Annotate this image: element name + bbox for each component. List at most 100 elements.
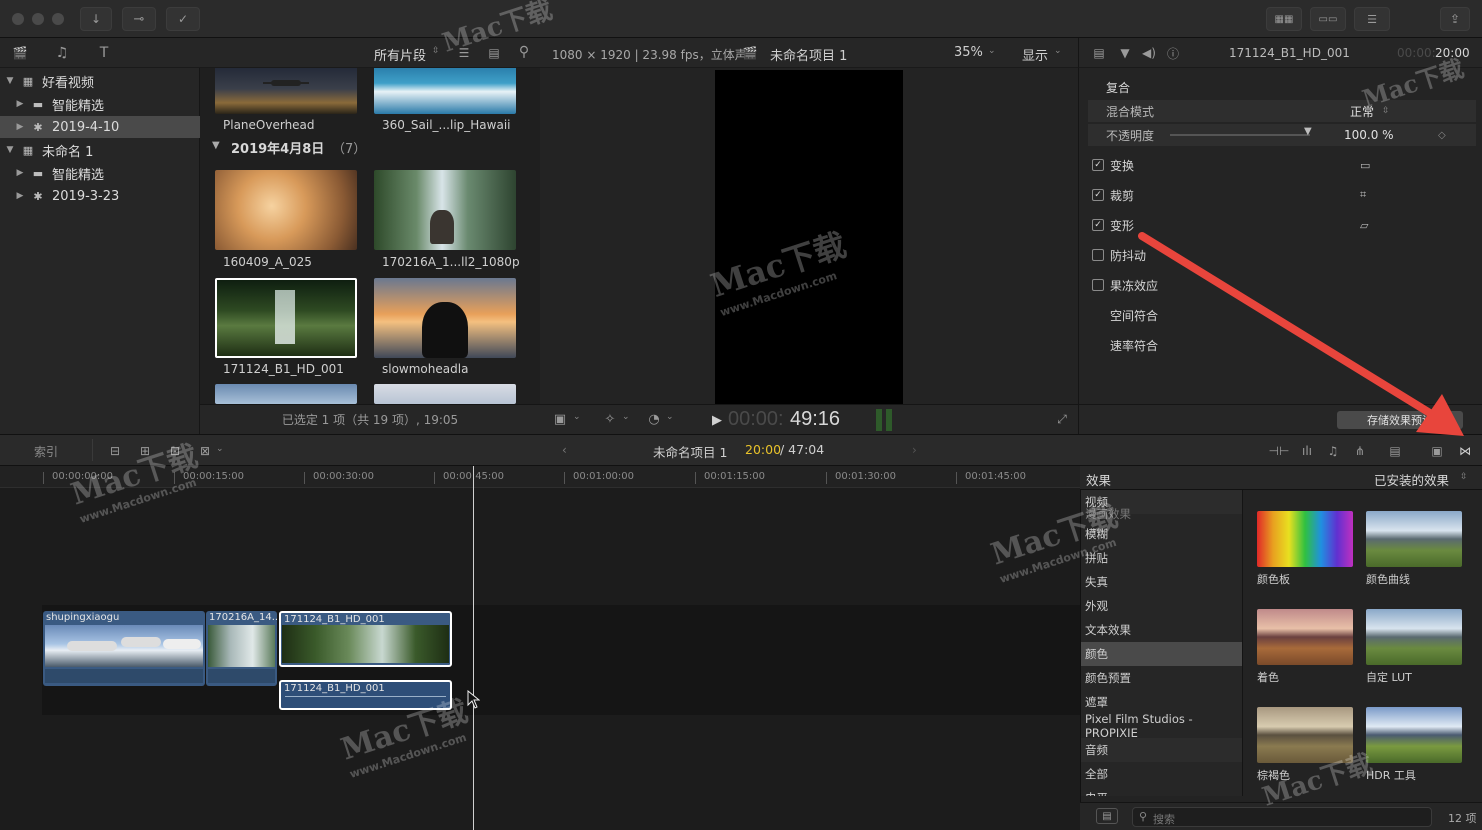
search-icon[interactable]: ⚲ <box>516 44 532 60</box>
chevron-down-icon[interactable]: ⌄ <box>622 412 630 422</box>
library-item[interactable]: ▶ ▬ 智能精选 <box>0 93 200 115</box>
libraries-toggle-button[interactable]: ▦▦ <box>1266 7 1302 31</box>
fx-category[interactable]: 全部 <box>1081 762 1242 786</box>
disclosure-closed-icon[interactable]: ▶ <box>14 168 26 178</box>
view-options-dropdown[interactable]: 显示 <box>1022 45 1048 64</box>
enhance-wand-icon[interactable]: ✧ <box>602 411 618 427</box>
viewer-timecode[interactable]: 49:16 <box>790 408 840 431</box>
chevron-down-icon[interactable]: ⌄ <box>573 412 581 422</box>
clip-thumbnail[interactable] <box>374 170 516 250</box>
clip-thumbnail[interactable] <box>374 384 516 404</box>
fx-category-header[interactable]: 音频 <box>1081 738 1242 762</box>
timeline-ruler[interactable]: 00:00:00:00 00:00:15:00 00:00:30:00 00:0… <box>0 466 1080 488</box>
distort-checkbox[interactable]: ✓ <box>1092 219 1104 231</box>
retime-speed-icon[interactable]: ◔ <box>646 411 662 427</box>
clip-thumbnail[interactable] <box>215 68 357 114</box>
effects-search-field[interactable]: ⚲ 搜索 <box>1132 807 1432 827</box>
crop-checkbox[interactable]: ✓ <box>1092 189 1104 201</box>
disclosure-closed-icon[interactable]: ▶ <box>14 99 26 109</box>
audio-inspector-icon[interactable]: ◀) <box>1141 45 1157 61</box>
info-icon[interactable]: ⓘ <box>1165 45 1181 61</box>
fx-category[interactable]: 电平 <box>1081 786 1242 796</box>
fx-category[interactable]: 遮罩 <box>1081 690 1242 714</box>
keyword-button[interactable]: ⊸ <box>122 7 156 31</box>
background-tasks-button[interactable]: ✓ <box>166 7 200 31</box>
library-item[interactable]: ▼ ▦ 好看视频 <box>0 70 200 92</box>
clip-thumbnail[interactable] <box>215 170 357 250</box>
timeline-audio-clip-selected[interactable]: 171124_B1_HD_001 <box>279 680 452 710</box>
opacity-slider-track[interactable] <box>1170 134 1310 136</box>
fx-category[interactable]: 模糊 <box>1081 522 1242 546</box>
effect-tile[interactable] <box>1257 609 1353 665</box>
library-item[interactable]: ▶ ▬ 智能精选 <box>0 162 200 184</box>
photos-audio-icon[interactable]: ♫ <box>52 44 72 62</box>
video-inspector-icon[interactable]: ▤ <box>1091 45 1107 61</box>
fx-category[interactable]: 颜色预置 <box>1081 666 1242 690</box>
effect-tile[interactable] <box>1366 511 1462 567</box>
filmstrip-icon[interactable]: ▤ <box>486 45 502 61</box>
blend-mode-dropdown[interactable]: 正常 <box>1350 103 1374 120</box>
volume-line[interactable] <box>285 696 446 697</box>
disclosure-closed-icon[interactable]: ▶ <box>14 122 26 132</box>
transform-onscreen-icon[interactable]: ▭ <box>1360 159 1370 172</box>
list-view-icon[interactable]: ☰ <box>456 45 472 61</box>
index-button[interactable]: 索引 <box>34 443 58 460</box>
clapper-icon[interactable]: 🎬 <box>10 44 30 62</box>
disclosure-open-icon[interactable]: ▼ <box>4 76 16 86</box>
overwrite-clip-icon[interactable]: ⊠ <box>196 442 214 460</box>
clip-thumbnail-selected[interactable] <box>215 278 357 358</box>
zoom-dropdown[interactable]: 35% <box>954 45 983 60</box>
clip-thumbnail[interactable] <box>215 384 357 404</box>
close-window-button[interactable] <box>12 13 24 25</box>
fx-category[interactable]: 失真 <box>1081 570 1242 594</box>
connect-clip-icon[interactable]: ⊟ <box>106 442 124 460</box>
disclosure-open-icon[interactable]: ▼ <box>212 140 220 151</box>
viewer-canvas[interactable] <box>715 70 903 404</box>
fx-category[interactable]: Pixel Film Studios - PROPIXIE <box>1081 712 1242 740</box>
opacity-slider-knob[interactable]: ▼ <box>1304 126 1312 137</box>
insert-clip-icon[interactable]: ⊞ <box>136 442 154 460</box>
timeline-clip-selected[interactable]: 171124_B1_HD_001 <box>279 611 452 667</box>
zoom-window-button[interactable] <box>52 13 64 25</box>
fx-category-selected[interactable]: 颜色 <box>1081 642 1242 666</box>
disclosure-open-icon[interactable]: ▼ <box>4 145 16 155</box>
rolling-shutter-checkbox[interactable] <box>1092 279 1104 291</box>
opacity-value[interactable]: 100.0 % <box>1344 128 1394 142</box>
playhead[interactable] <box>473 466 474 830</box>
append-clip-icon[interactable]: ⊡ <box>166 442 184 460</box>
clip-thumbnail[interactable] <box>374 68 516 114</box>
chevron-down-icon[interactable]: ⌄ <box>216 444 224 454</box>
stabilization-checkbox[interactable] <box>1092 249 1104 261</box>
import-button[interactable]: ↓ <box>80 7 112 31</box>
sidebar-toggle-icon[interactable]: ▤ <box>1096 808 1118 824</box>
crop-row[interactable]: ✓ 裁剪 ⌗ <box>1088 184 1476 206</box>
color-inspector-icon[interactable]: ▼ <box>1117 45 1133 61</box>
library-item[interactable]: ▶ ✱ 2019-3-23 <box>0 185 200 207</box>
effect-tile[interactable] <box>1366 609 1462 665</box>
library-item-selected[interactable]: ▶ ✱ 2019-4-10 <box>0 116 200 138</box>
fx-category[interactable]: 外观 <box>1081 594 1242 618</box>
share-button[interactable]: ⇪ <box>1440 7 1470 31</box>
keyframe-diamond-icon[interactable]: ◇ <box>1438 130 1446 141</box>
effect-tile[interactable] <box>1257 707 1353 763</box>
fx-category[interactable]: 拼贴 <box>1081 546 1242 570</box>
transform-checkbox[interactable]: ✓ <box>1092 159 1104 171</box>
titles-generators-icon[interactable]: T <box>94 44 114 62</box>
transform-row[interactable]: ✓ 变换 ▭ <box>1088 154 1476 176</box>
library-item[interactable]: ▼ ▦ 未命名 1 <box>0 139 200 161</box>
history-forward-icon[interactable]: › <box>912 443 917 457</box>
clip-filter-dropdown[interactable]: 所有片段 <box>374 45 426 64</box>
effect-tile[interactable] <box>1366 707 1462 763</box>
history-back-icon[interactable]: ‹ <box>562 443 567 457</box>
minimize-window-button[interactable] <box>32 13 44 25</box>
timeline-clip[interactable]: 170216A_14... <box>206 611 277 686</box>
clip-thumbnail[interactable] <box>374 278 516 358</box>
timeline-clip[interactable]: shupingxiaogu <box>43 611 205 686</box>
chevron-down-icon[interactable]: ⌄ <box>666 412 674 422</box>
crop-onscreen-icon[interactable]: ⌗ <box>1360 188 1366 202</box>
fx-category[interactable]: 文本效果 <box>1081 618 1242 642</box>
fullscreen-icon[interactable]: ⤢ <box>1054 411 1070 427</box>
play-icon[interactable]: ▶ <box>710 411 724 429</box>
disclosure-closed-icon[interactable]: ▶ <box>14 191 26 201</box>
timeline-toggle-button[interactable]: ▭▭ <box>1310 7 1346 31</box>
